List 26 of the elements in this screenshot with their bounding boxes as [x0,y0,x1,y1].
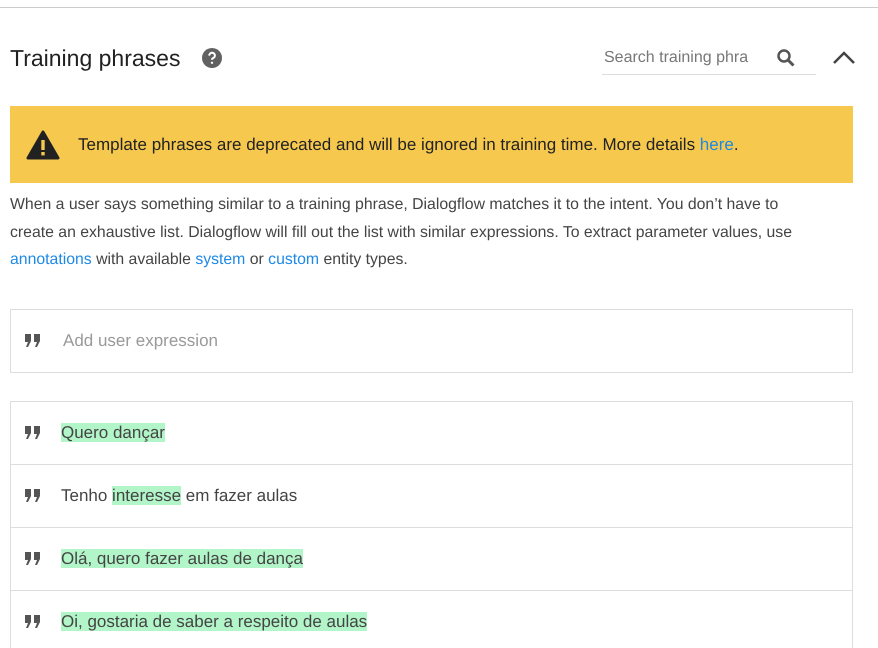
phrase-row[interactable]: Oi, gostaria de saber a respeito de aulas [11,590,852,648]
docs-link[interactable]: system [195,251,246,268]
annotated-text: Olá, quero fazer aulas de dança [61,548,303,568]
docs-link[interactable]: custom [268,251,320,268]
warning-icon [26,130,60,160]
phrase-text: em fazer aulas [184,486,298,504]
quote-icon [25,426,41,440]
annotated-text: Quero dançar [61,422,165,442]
phrase-row[interactable]: Quero dançar [11,402,852,464]
phrase-row[interactable]: Olá, quero fazer aulas de dança [11,528,852,590]
annotated-text: interesse [112,486,182,504]
phrase-text: Tenho [61,486,108,504]
description-text: When a user says something similar to a training phrase, Dialogflow matches it to the intent. You don’t have to create an exhaustive list. Dialogflow will fill out the list with similar expressions. To extract parameter values, use annotations with available system or custom entity types. [10,195,793,270]
section-title: Training phrases [10,44,180,72]
collapse-icon[interactable] [832,51,856,65]
help-icon[interactable] [202,48,222,68]
search-icon [776,48,796,68]
quote-icon [25,488,41,502]
quote-icon [25,552,41,566]
quote-icon [25,614,41,628]
docs-link[interactable]: annotations [10,251,92,268]
expression-input-box[interactable]: Add user expression [10,308,853,372]
phrase-row[interactable]: Tenho interesse em fazer aulas [11,464,852,528]
annotated-text: Oi, gostaria de saber a respeito de aulas [61,612,368,630]
quote-icon [25,334,41,348]
warning-text: Template phrases are deprecated and will be ignored in training time. More details here. [78,134,739,154]
